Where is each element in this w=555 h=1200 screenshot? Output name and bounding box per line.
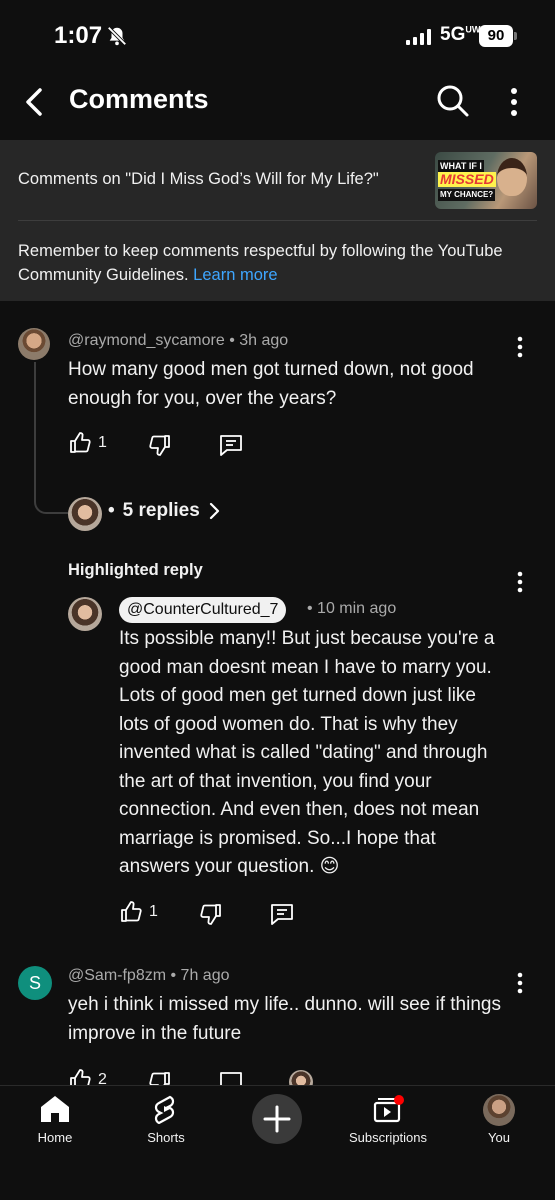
comment-age: 10 min ago — [317, 600, 397, 617]
search-icon[interactable] — [434, 82, 470, 118]
thumbnail-text: MISSED — [438, 171, 496, 187]
nav-subscriptions[interactable]: Subscriptions — [343, 1094, 433, 1145]
video-title-line: Comments on "Did I Miss God’s Will for M… — [18, 170, 379, 188]
nav-home[interactable]: Home — [30, 1094, 80, 1145]
comment-text: yeh i think i missed my life.. dunno. wi… — [68, 994, 501, 1044]
comment-text: Its possible many!! But just because you… — [119, 628, 495, 877]
comment-meta: • 10 min ago — [307, 600, 397, 617]
comment-text: How many good men got turned down, not g… — [68, 359, 474, 409]
thumbs-up-icon — [121, 901, 142, 922]
thumbnail-face — [497, 158, 527, 196]
comment-author[interactable]: @Sam-fp8zm — [68, 967, 166, 984]
shorts-icon — [154, 1095, 175, 1124]
comment-more-icon[interactable] — [514, 570, 526, 594]
comment-meta: @Sam-fp8zm • 7h ago — [68, 967, 230, 984]
thumbnail-text: MY CHANCE? — [438, 189, 496, 201]
like-count: 1 — [98, 434, 107, 451]
create-button[interactable] — [252, 1094, 302, 1144]
comments-info-card: Comments on "Did I Miss God’s Will for M… — [0, 140, 555, 301]
nav-you[interactable]: You — [478, 1094, 520, 1145]
nav-label: Subscriptions — [348, 1130, 428, 1145]
comments-header: Comments — [0, 72, 555, 140]
more-options-icon[interactable] — [500, 84, 528, 120]
signal-icon — [406, 29, 431, 45]
comment-age: 3h ago — [239, 332, 289, 349]
avatar[interactable] — [18, 328, 50, 360]
thread-connector — [34, 362, 68, 514]
avatar[interactable] — [68, 597, 102, 631]
nav-label: Shorts — [147, 1130, 185, 1145]
thumbs-up-icon — [70, 432, 91, 453]
like-button[interactable]: 1 — [119, 900, 158, 924]
thumbs-down-icon[interactable] — [199, 902, 223, 926]
page-title: Comments — [69, 84, 209, 114]
home-icon — [41, 1096, 69, 1122]
comment-more-icon[interactable] — [514, 971, 526, 995]
status-bar: 1:07 5GUW 90 — [0, 0, 555, 72]
comment-age: 7h ago — [180, 967, 230, 984]
chevron-right-icon — [209, 502, 219, 520]
battery-tip — [514, 32, 517, 40]
community-guidelines-notice: Remember to keep comments respectful by … — [18, 239, 518, 287]
nav-label: You — [488, 1130, 510, 1145]
divider — [18, 220, 537, 221]
like-button[interactable]: 1 — [68, 431, 107, 455]
home-indicator — [0, 1170, 555, 1200]
nav-label: Home — [37, 1130, 73, 1145]
create-plus-icon — [263, 1105, 291, 1133]
subscriptions-icon — [373, 1095, 404, 1123]
comment-author[interactable]: @CounterCultured_7 — [119, 597, 287, 623]
comment-author[interactable]: @raymond_sycamore — [68, 332, 225, 349]
status-time: 1:07 — [54, 22, 103, 49]
avatar[interactable]: S — [18, 966, 52, 1000]
learn-more-link[interactable]: Learn more — [193, 266, 277, 284]
reply-icon[interactable] — [269, 902, 295, 926]
bottom-navigation: Home Shorts Subscriptions You — [0, 1085, 555, 1200]
avatar — [68, 497, 102, 531]
avatar — [483, 1094, 515, 1126]
highlighted-reply-label: Highlighted reply — [68, 561, 203, 579]
thumbs-down-icon[interactable] — [148, 433, 172, 457]
nav-shorts[interactable]: Shorts — [140, 1094, 192, 1145]
reply-icon[interactable] — [218, 433, 244, 457]
battery-indicator: 90 — [479, 25, 513, 47]
video-thumbnail[interactable]: WHAT IF I MISSED MY CHANCE? — [435, 152, 537, 209]
replies-count: 5 replies — [122, 500, 200, 521]
view-replies-button[interactable]: • 5 replies — [108, 500, 220, 522]
back-arrow-icon[interactable] — [18, 82, 50, 122]
like-count: 1 — [149, 903, 158, 920]
network-indicator: 5GUW — [440, 24, 481, 45]
comment-meta: @raymond_sycamore • 3h ago — [68, 332, 289, 349]
bullet: • — [108, 500, 115, 521]
bell-off-icon — [107, 26, 127, 46]
